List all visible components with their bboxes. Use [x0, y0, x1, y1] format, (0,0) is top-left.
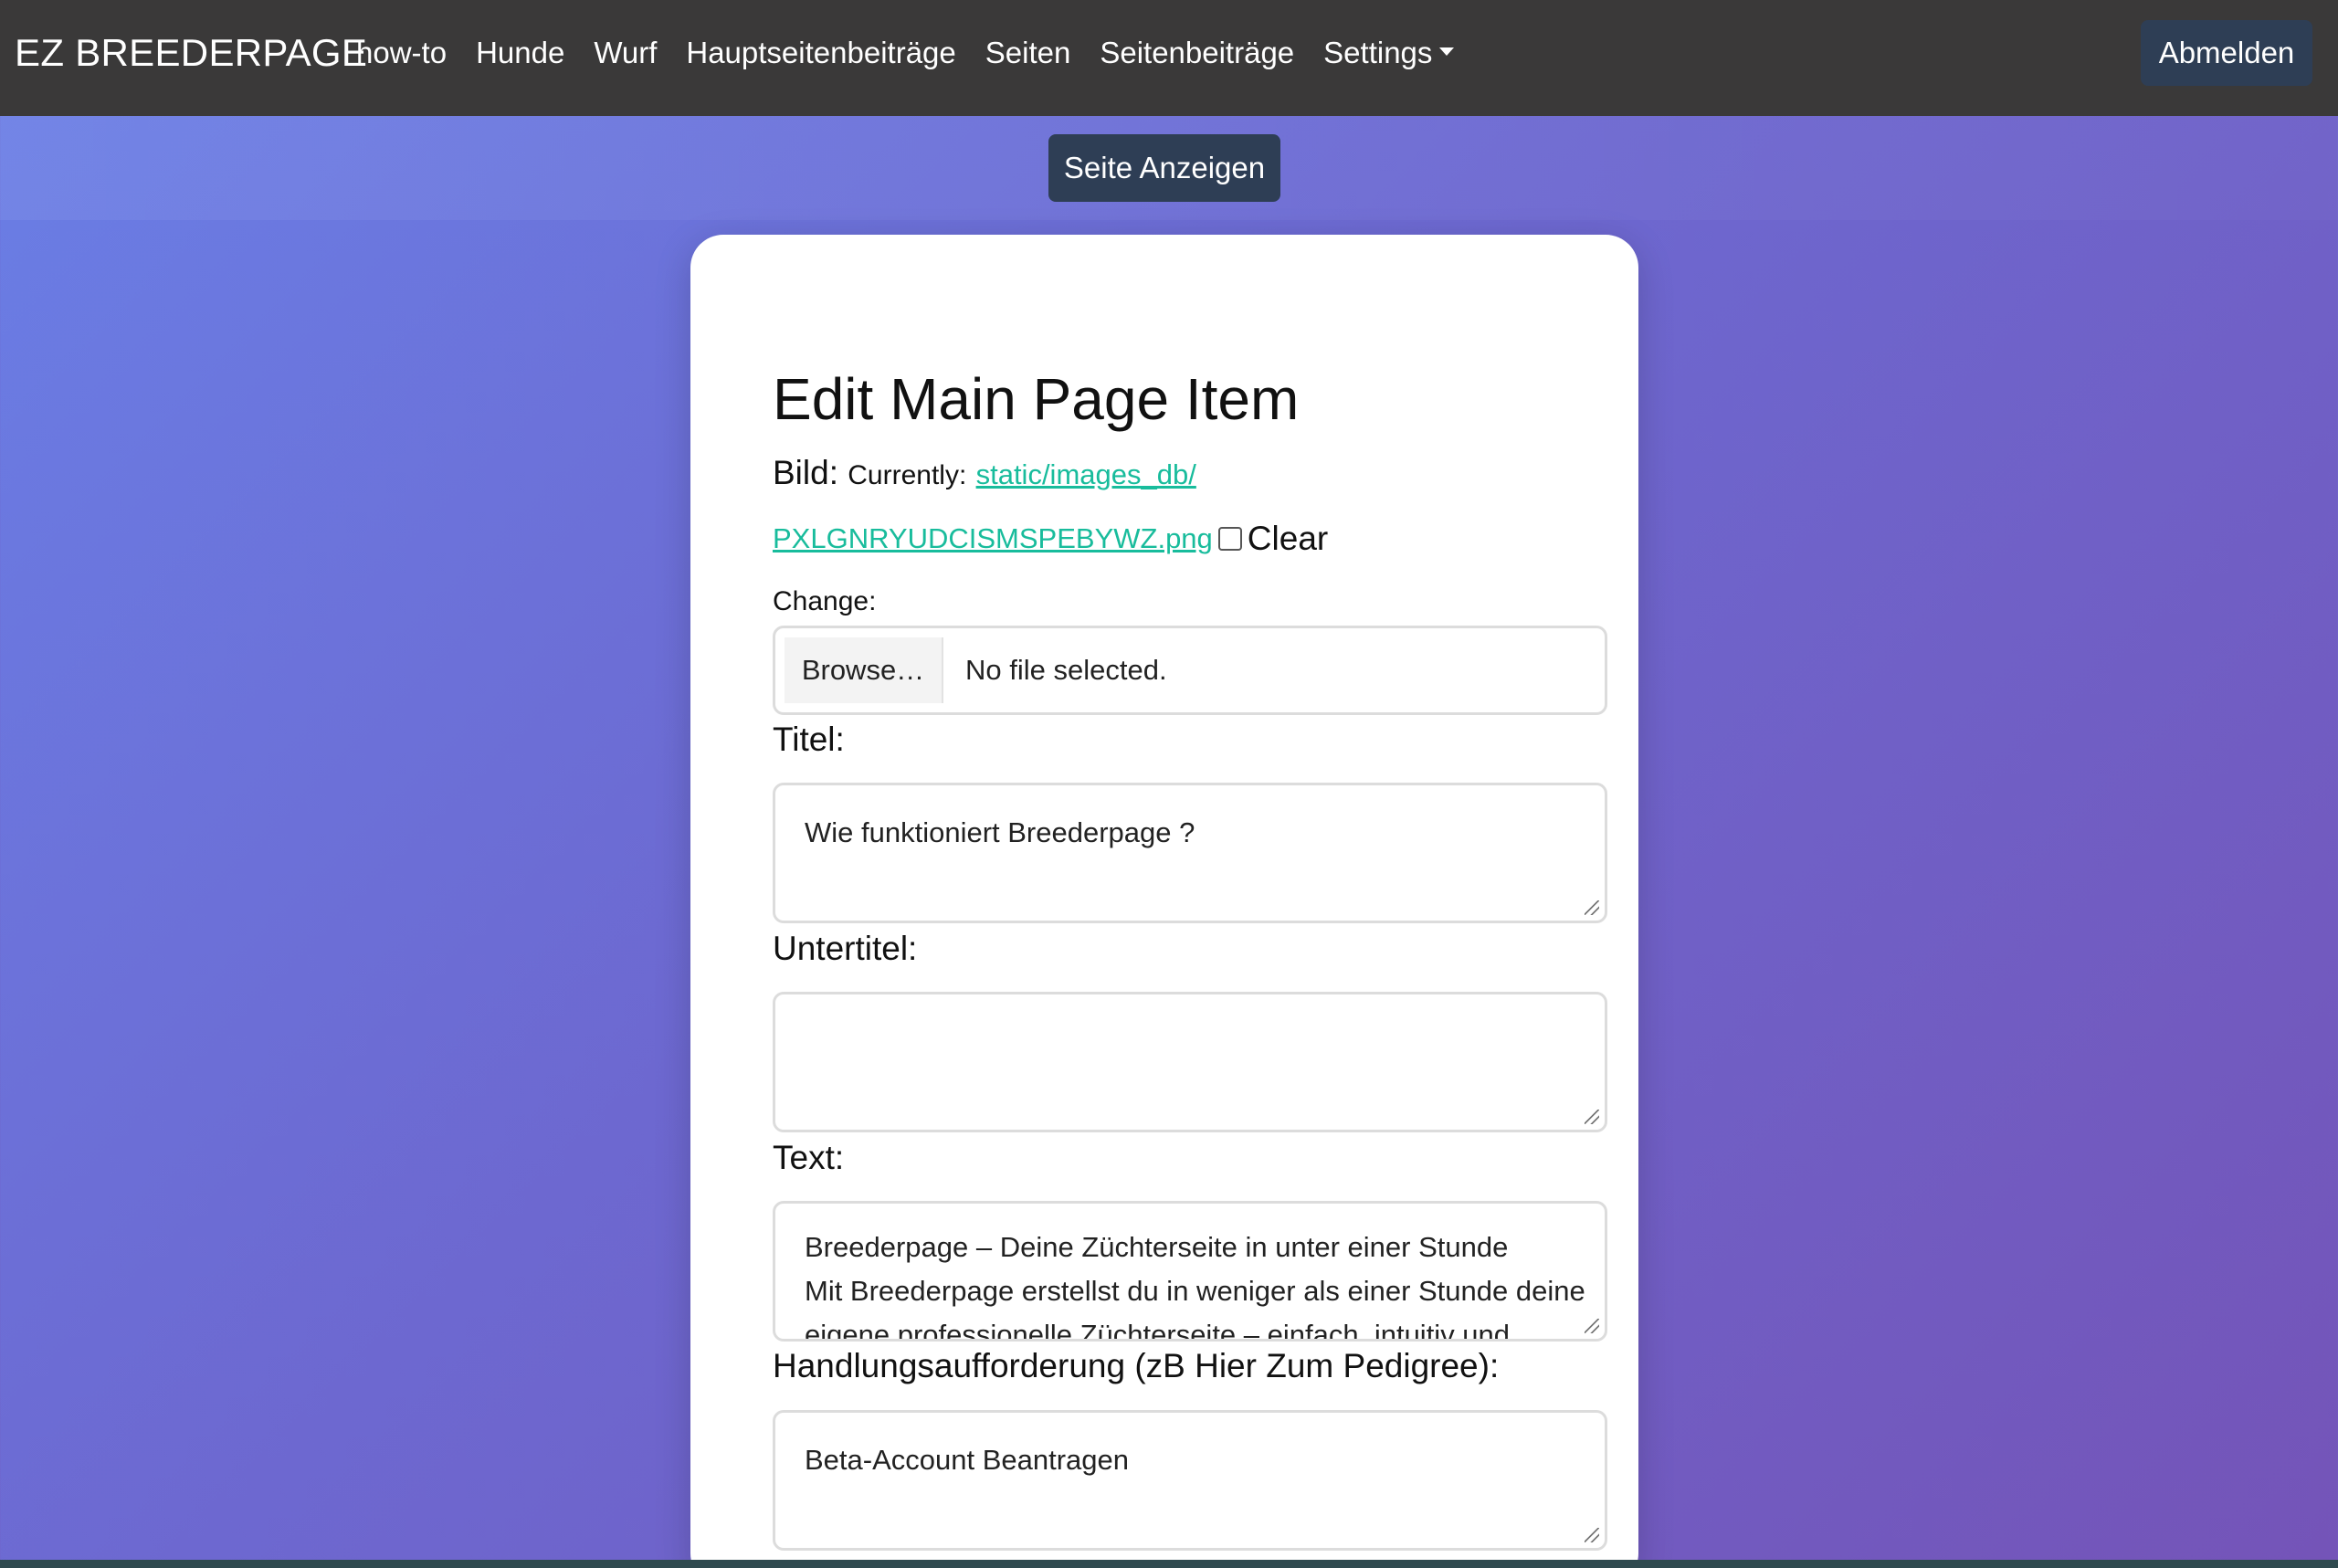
nav-item-hauptseitenbeitraege[interactable]: Hauptseitenbeiträge: [686, 36, 955, 70]
currently-label: Currently:: [848, 460, 967, 490]
nav-item-seiten[interactable]: Seiten: [985, 36, 1071, 70]
edit-form-card: Edit Main Page Item Bild: Currently: sta…: [690, 235, 1638, 1568]
show-page-button[interactable]: Seite Anzeigen: [1048, 134, 1280, 202]
cta-label: Handlungsaufforderung (zB Hier Zum Pedig…: [773, 1347, 1500, 1384]
titel-label: Titel:: [773, 721, 845, 758]
nav-item-how-to[interactable]: how-to: [356, 36, 447, 70]
text-line-3: eigene professionelle Züchterseite – ein…: [805, 1319, 1511, 1342]
current-image-row: PXLGNRYUDCISMSPEBYWZ.png Clear: [773, 520, 1328, 558]
text-line-1: Breederpage – Deine Züchterseite in unte…: [805, 1231, 1509, 1263]
brand-logo[interactable]: EZ BREEDERPAGE: [15, 26, 367, 80]
bottom-edge: [0, 1560, 2338, 1568]
top-navbar: EZ BREEDERPAGE how-to Hunde Wurf Hauptse…: [0, 0, 2338, 116]
page-title: Edit Main Page Item: [773, 366, 1300, 432]
nav-item-hunde[interactable]: Hunde: [476, 36, 564, 70]
nav-item-seitenbeitraege[interactable]: Seitenbeiträge: [1100, 36, 1294, 70]
clear-label: Clear: [1247, 520, 1329, 557]
logout-button[interactable]: Abmelden: [2141, 20, 2312, 86]
browse-button[interactable]: Browse…: [785, 637, 943, 703]
nav-item-wurf[interactable]: Wurf: [594, 36, 657, 70]
change-image-label: Change:: [773, 586, 877, 616]
untertitel-textarea[interactable]: [773, 992, 1607, 1132]
resize-handle-icon[interactable]: [1585, 1528, 1599, 1542]
caret-down-icon: [1439, 47, 1455, 56]
text-textarea[interactable]: Breederpage – Deine Züchterseite in unte…: [773, 1201, 1607, 1342]
nav-item-settings-dropdown[interactable]: Settings: [1323, 36, 1455, 70]
current-image-link-part1[interactable]: static/images_db/: [976, 458, 1196, 490]
resize-handle-icon[interactable]: [1585, 900, 1599, 915]
cta-value: Beta-Account Beantragen: [805, 1444, 1130, 1476]
resize-handle-icon[interactable]: [1585, 1110, 1599, 1124]
image-field-row: Bild: Currently: static/images_db/: [773, 454, 1196, 492]
titel-textarea[interactable]: Wie funktioniert Breederpage ?: [773, 783, 1607, 923]
settings-label: Settings: [1323, 36, 1433, 69]
cta-textarea[interactable]: Beta-Account Beantragen: [773, 1410, 1607, 1551]
image-label: Bild:: [773, 454, 838, 491]
no-file-text: No file selected.: [965, 654, 1167, 686]
text-label: Text:: [773, 1139, 845, 1176]
current-image-link-part2[interactable]: PXLGNRYUDCISMSPEBYWZ.png: [773, 522, 1213, 555]
image-file-input[interactable]: Browse… No file selected.: [773, 626, 1607, 715]
nav-menu: how-to Hunde Wurf Hauptseitenbeiträge Se…: [356, 29, 1483, 77]
untertitel-label: Untertitel:: [773, 930, 918, 967]
resize-handle-icon[interactable]: [1585, 1319, 1599, 1333]
titel-value: Wie funktioniert Breederpage ?: [805, 816, 1195, 848]
text-line-2: Mit Breederpage erstellst du in weniger …: [805, 1275, 1585, 1307]
clear-image-checkbox[interactable]: [1217, 527, 1242, 551]
